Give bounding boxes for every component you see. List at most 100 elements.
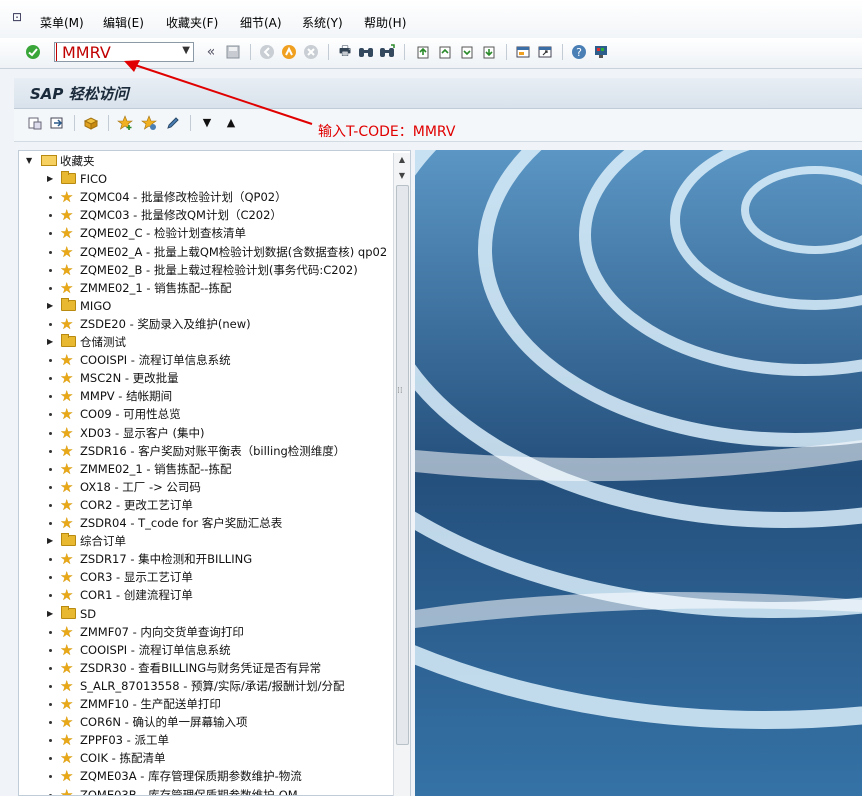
tree-item-label: ZMMF10 - 生产配送单打印 (80, 697, 221, 711)
move-down-icon[interactable]: ▼ (198, 114, 216, 132)
move-up-icon[interactable]: ▲ (222, 114, 240, 132)
menu-menu[interactable]: 菜单(M) (40, 14, 84, 31)
tree-item-label: COOISPI - 流程订单信息系统 (80, 353, 231, 368)
tree-item-label: FICO (80, 172, 108, 187)
exit-icon[interactable] (280, 43, 298, 61)
water-ripple-image (415, 150, 862, 796)
expand-triangle-icon[interactable]: ▶ (47, 297, 53, 315)
tree-item-label: ZQME02_A - 批量上载QM检验计划数据(含数据查核) qp02 (80, 244, 388, 259)
bullet-icon (49, 395, 52, 399)
bullet-icon (49, 359, 52, 363)
star-icon: ★ (60, 550, 74, 569)
tree-item-label: ZMMF07 - 内向交货单查询打印 (80, 624, 244, 639)
bullet-icon (49, 666, 52, 670)
bullet-icon (49, 594, 52, 598)
bullet-icon (49, 775, 52, 779)
new-session-icon[interactable] (514, 43, 532, 61)
collapse-triangle-icon[interactable]: ▼ (26, 152, 32, 170)
bullet-icon (49, 377, 52, 381)
bullet-icon (49, 232, 52, 236)
tree-item-label: COIK - 拣配清单 (80, 751, 166, 766)
star-icon: ★ (60, 622, 74, 641)
first-page-icon[interactable] (414, 43, 432, 61)
scroll-up-icon[interactable]: ▲ (394, 153, 410, 167)
title-bar: SAP 轻松访问 (14, 78, 862, 109)
star-icon: ★ (60, 658, 74, 677)
bullet-icon (49, 703, 52, 706)
command-field[interactable]: ▼ (54, 42, 194, 62)
folder-icon (61, 533, 76, 547)
star-icon: ★ (60, 224, 74, 243)
tree-scrollbar[interactable]: ▲ ▼ (393, 153, 410, 796)
find-icon[interactable] (357, 43, 375, 61)
expand-triangle-icon[interactable]: ▶ (47, 170, 53, 188)
previous-page-icon[interactable] (436, 43, 454, 61)
system-menu-icon[interactable]: ⊡ (12, 11, 26, 23)
collapse-chevron-icon[interactable]: « (202, 43, 220, 61)
bullet-icon (49, 757, 52, 761)
bullet-icon (49, 214, 52, 218)
add-favorite-icon[interactable] (116, 114, 134, 132)
change-favorite-icon[interactable] (140, 114, 158, 132)
menu-help[interactable]: 帮助(H) (364, 14, 406, 31)
bullet-icon (49, 431, 52, 435)
tree-item-label: OX18 - 工厂 -> 公司码 (80, 479, 201, 494)
bullet-icon (49, 250, 52, 254)
create-role-icon[interactable] (48, 114, 66, 132)
bullet-icon (49, 684, 52, 688)
assign-users-icon[interactable] (82, 114, 100, 132)
scroll-down-icon[interactable]: ▼ (394, 169, 410, 183)
find-next-icon[interactable] (378, 43, 396, 61)
back-icon[interactable] (258, 43, 276, 61)
bullet-icon (49, 286, 52, 290)
bullet-icon (49, 322, 52, 326)
command-history-dropdown-icon[interactable]: ▼ (182, 45, 190, 56)
star-icon: ★ (60, 351, 74, 370)
tree-item-label: ZSDR16 - 客户奖励对账平衡表（billing检测维度） (80, 443, 346, 458)
tree-item-label: ZQME02_B - 批量上载过程检验计划(事务代码:C202) (80, 262, 358, 277)
bullet-icon (49, 467, 52, 471)
tree-item-label: ZQME02_C - 检验计划查核清单 (80, 226, 246, 241)
tree-item-label: ZSDR17 - 集中检测和开BILLING (80, 552, 253, 567)
print-icon[interactable]: 🖶 (336, 43, 354, 61)
star-icon: ★ (60, 459, 74, 478)
star-icon: ★ (60, 695, 74, 713)
expand-triangle-icon[interactable]: ▶ (47, 333, 53, 351)
last-page-icon[interactable] (480, 43, 498, 61)
enter-check-icon[interactable] (24, 43, 42, 61)
bullet-icon (49, 648, 52, 652)
star-icon: ★ (60, 242, 74, 261)
tree-item-label: ZSDR30 - 查看BILLING与财务凭证是否有异常 (80, 660, 322, 675)
bullet-icon (49, 413, 52, 417)
tree-item-label: ZMME02_1 - 销售拣配--拣配 (80, 280, 232, 295)
annotation-text: 输入T-CODE：MMRV (318, 124, 456, 140)
menu-edit[interactable]: 编辑(E) (103, 14, 144, 31)
tree-item-label: ZQME03A - 库存管理保质期参数维护-物流 (80, 769, 302, 784)
tree-item-label: 综合订单 (80, 534, 126, 549)
tree-item-label: S_ALR_87013558 - 预算/实际/承诺/报酬计划/分配 (80, 678, 345, 693)
bullet-icon (49, 449, 52, 453)
next-page-icon[interactable] (458, 43, 476, 61)
help-icon[interactable]: ? (570, 43, 588, 61)
menu-system[interactable]: 系统(Y) (302, 14, 343, 31)
scroll-thumb[interactable] (396, 185, 409, 745)
transaction-code-input[interactable] (56, 43, 180, 61)
star-icon: ★ (60, 477, 74, 496)
save-icon[interactable] (224, 43, 242, 61)
folder-icon (61, 334, 76, 347)
cancel-icon[interactable] (302, 43, 320, 61)
other-menu-icon[interactable] (26, 114, 44, 132)
menu-details[interactable]: 细节(A) (240, 14, 282, 31)
splitter-handle[interactable]: ⁞⁞ (397, 386, 403, 400)
expand-triangle-icon[interactable]: ▶ (47, 605, 53, 623)
tree-item-label: ZQMC03 - 批量修改QM计划（C202） (80, 208, 282, 223)
shortcut-icon[interactable] (536, 43, 554, 61)
edit-pencil-icon[interactable] (164, 114, 182, 132)
bullet-icon (49, 576, 52, 580)
customize-layout-icon[interactable] (592, 43, 610, 61)
expand-triangle-icon[interactable]: ▶ (47, 532, 53, 550)
tree-item-label: ZSDR04 - T_code for 客户奖励汇总表 (80, 516, 283, 530)
menu-favorites[interactable]: 收藏夹(F) (166, 14, 218, 31)
bullet-icon (49, 522, 52, 525)
tree-item-label: MIGO (80, 298, 112, 313)
